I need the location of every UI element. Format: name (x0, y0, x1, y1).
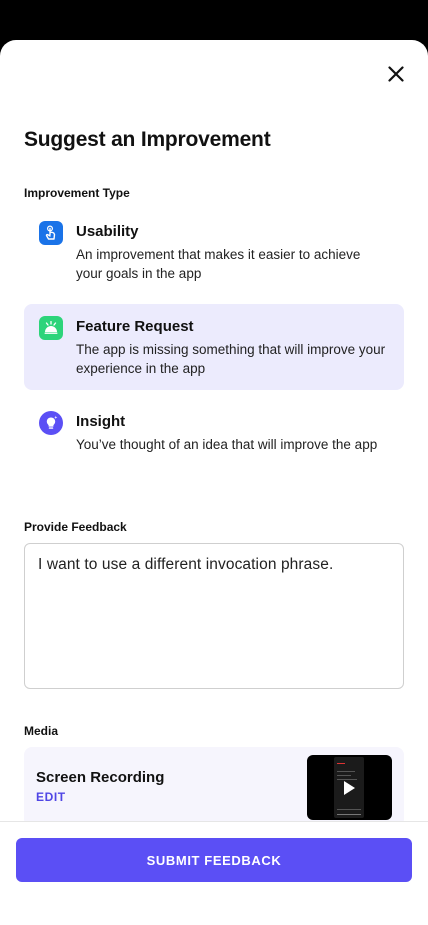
option-description: The app is missing something that will i… (76, 342, 386, 376)
feedback-text: I want to use a different invocation phr… (38, 556, 334, 573)
option-insight[interactable]: Insight You’ve thought of an idea that w… (24, 399, 404, 485)
recording-thumbnail[interactable] (307, 755, 392, 820)
media-edit-button[interactable]: EDIT (36, 790, 66, 804)
media-label: Media (24, 724, 59, 738)
lightbulb-icon (39, 411, 63, 435)
option-description: An improvement that makes it easier to a… (76, 247, 361, 281)
hand-pointer-icon (39, 221, 63, 245)
footer-bar: SUBMIT FEEDBACK (0, 821, 428, 925)
option-title: Insight (76, 413, 126, 430)
feedback-sheet: Suggest an Improvement Improvement Type … (0, 40, 428, 925)
media-card: Screen Recording EDIT (24, 747, 404, 827)
option-usability[interactable]: Usability An improvement that makes it e… (24, 209, 404, 295)
close-icon (388, 66, 404, 82)
page-title: Suggest an Improvement (24, 128, 271, 151)
sparkle-cloud-icon (39, 316, 63, 340)
media-item-title: Screen Recording (36, 769, 165, 786)
option-description: You’ve thought of an idea that will impr… (76, 437, 378, 452)
option-title: Usability (76, 223, 139, 240)
improvement-type-label: Improvement Type (24, 186, 130, 200)
provide-feedback-label: Provide Feedback (24, 520, 127, 534)
feedback-textarea[interactable]: I want to use a different invocation phr… (24, 543, 404, 689)
play-icon (344, 781, 355, 795)
option-feature-request[interactable]: Feature Request The app is missing somet… (24, 304, 404, 390)
submit-feedback-button[interactable]: SUBMIT FEEDBACK (16, 838, 412, 882)
close-button[interactable] (383, 61, 409, 87)
option-title: Feature Request (76, 318, 194, 335)
